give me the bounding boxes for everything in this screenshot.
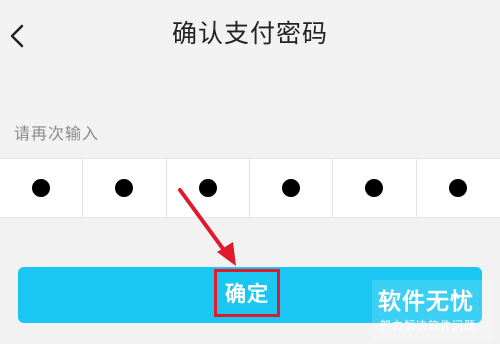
pin-cell [250,159,334,217]
pin-dot [198,179,217,197]
pin-dot [282,179,301,197]
page-title: 确认支付密码 [171,19,328,48]
header-bar: 确认支付密码 [0,0,500,80]
pin-cell [0,159,84,217]
watermark-subtitle: 努力解决软件问题 [380,319,476,332]
password-input[interactable] [0,158,500,218]
pin-dot [449,179,468,197]
watermark-logo: 软件无忧 努力解决软件问题 [372,280,494,340]
reenter-hint: 请再次输入 [14,124,100,143]
pin-dot [32,179,51,197]
pin-cell [167,159,250,217]
pin-dot [115,179,134,197]
pin-cell [333,159,417,217]
pin-cell [417,159,500,217]
pin-dot [365,179,384,197]
watermark-title: 软件无忧 [378,289,474,315]
pin-cell [83,159,167,217]
confirm-button-label[interactable]: 确定 [214,269,280,317]
